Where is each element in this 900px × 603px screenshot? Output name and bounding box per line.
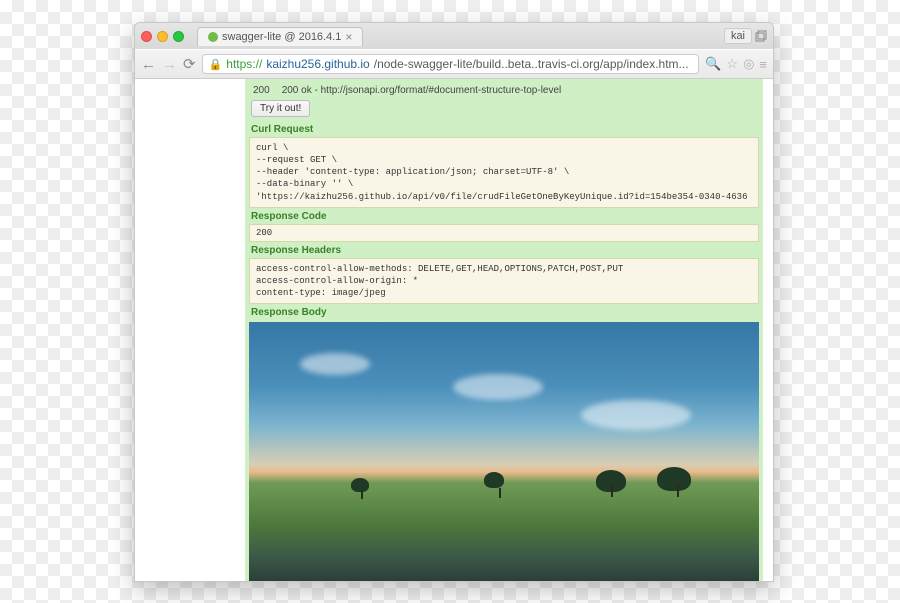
close-tab-button[interactable]: × (345, 30, 352, 44)
menu-icon[interactable]: ≡ (759, 57, 767, 72)
swagger-panel: 200 200 ok - http://jsonapi.org/format/#… (245, 79, 763, 581)
status-row: 200 200 ok - http://jsonapi.org/format/#… (249, 83, 759, 98)
response-body-label: Response Body (251, 307, 759, 318)
curl-request-box: curl \ --request GET \ --header 'content… (249, 137, 759, 208)
back-button[interactable]: ← (141, 56, 156, 73)
minimize-window-button[interactable] (157, 31, 168, 42)
response-headers-box: access-control-allow-methods: DELETE,GET… (249, 258, 759, 304)
reload-button[interactable]: ⟳ (183, 55, 196, 73)
response-code-label: Response Code (251, 211, 759, 222)
toolbar-right: 🔍 ☆ ◎ ≡ (705, 56, 767, 72)
status-text: 200 ok - http://jsonapi.org/format/#docu… (282, 85, 562, 96)
favicon-icon (208, 32, 218, 42)
lock-icon: 🔒 (209, 58, 223, 71)
try-it-out-button[interactable]: Try it out! (251, 100, 310, 117)
extension-icon[interactable]: ◎ (743, 56, 754, 72)
url-protocol: https:// (226, 57, 262, 71)
url-path: /node-swagger-lite/build..beta..travis-c… (374, 57, 689, 71)
response-code-box: 200 (249, 224, 759, 242)
forward-button: → (162, 56, 177, 73)
address-bar[interactable]: 🔒 https:// kaizhu256.github.io/node-swagg… (202, 54, 700, 74)
tab-bar: swagger-lite @ 2016.4.1 × kai (135, 23, 773, 49)
response-headers-label: Response Headers (251, 245, 759, 256)
browser-window: swagger-lite @ 2016.4.1 × kai ← → ⟳ 🔒 ht… (134, 22, 774, 582)
response-body-image (249, 322, 759, 581)
toolbar: ← → ⟳ 🔒 https:// kaizhu256.github.io/node… (135, 49, 773, 79)
status-code: 200 (253, 85, 270, 96)
viewport: 200 200 ok - http://jsonapi.org/format/#… (135, 79, 773, 581)
browser-tab[interactable]: swagger-lite @ 2016.4.1 × (197, 27, 363, 46)
restore-window-icon[interactable] (755, 30, 767, 42)
search-icon[interactable]: 🔍 (705, 56, 721, 72)
curl-label: Curl Request (251, 124, 759, 135)
maximize-window-button[interactable] (173, 31, 184, 42)
bookmark-icon[interactable]: ☆ (726, 56, 738, 72)
profile-button[interactable]: kai (724, 28, 752, 44)
close-window-button[interactable] (141, 31, 152, 42)
tab-title: swagger-lite @ 2016.4.1 (222, 31, 341, 43)
url-domain: kaizhu256.github.io (266, 57, 369, 71)
